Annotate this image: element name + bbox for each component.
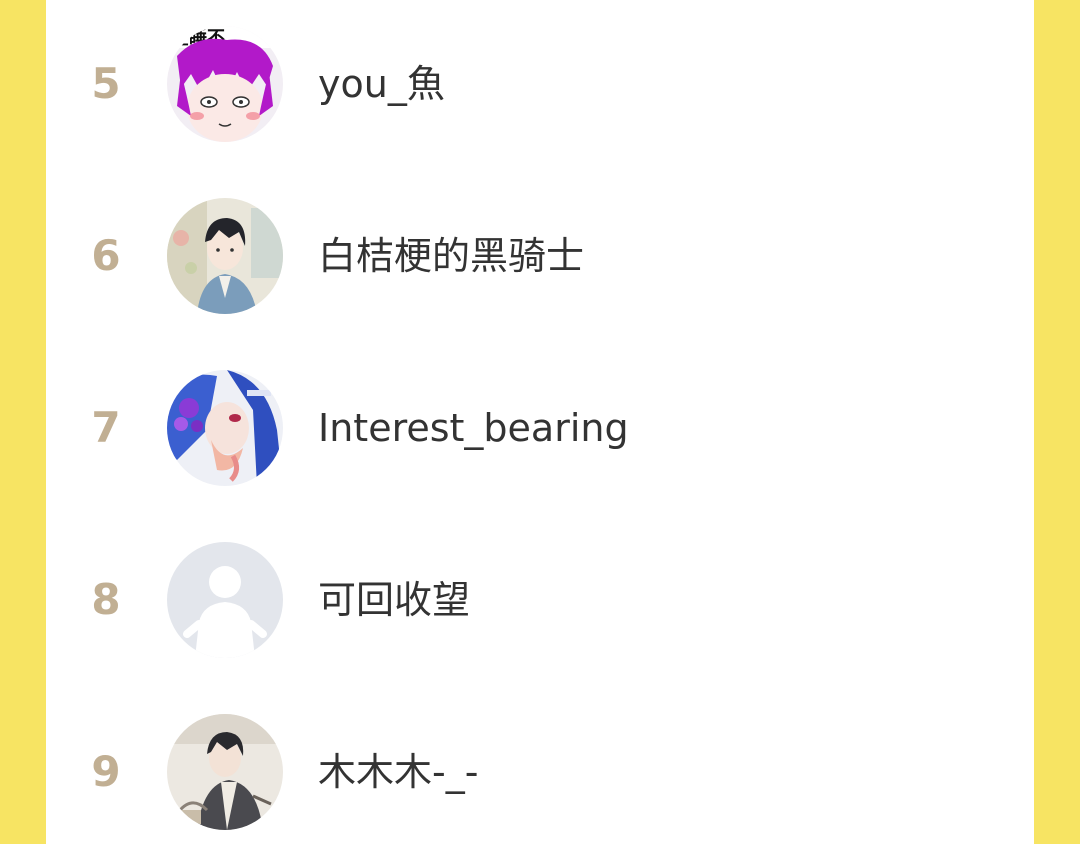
leaderboard-row[interactable]: 9 木木木-_- — [46, 712, 1034, 832]
username[interactable]: 木木木-_- — [318, 712, 478, 832]
rank-number: 7 — [91, 403, 121, 452]
rank-number: 6 — [91, 231, 121, 280]
username[interactable]: you_魚 — [318, 24, 445, 144]
rank-number: 8 — [91, 575, 121, 624]
leaderboard-row[interactable]: 7 Interest_bearing — [46, 368, 1034, 488]
leaderboard-row[interactable]: 5 全睡不 you_魚 — [46, 24, 1034, 144]
rank-number: 5 — [91, 59, 121, 108]
user-avatar[interactable]: 全睡不 — [167, 26, 283, 142]
leaderboard-panel: 5 全睡不 you_魚 6 白桔梗的黑骑士 7 Interest_bearing… — [46, 0, 1034, 844]
username[interactable]: Interest_bearing — [318, 368, 629, 488]
rank-number: 9 — [91, 747, 121, 796]
user-avatar[interactable] — [167, 198, 283, 314]
username[interactable]: 可回收望 — [318, 540, 470, 660]
username[interactable]: 白桔梗的黑骑士 — [318, 196, 584, 316]
user-avatar[interactable] — [167, 714, 283, 830]
leaderboard-row[interactable]: 6 白桔梗的黑骑士 — [46, 196, 1034, 316]
default-avatar-icon[interactable] — [167, 542, 283, 658]
user-avatar[interactable] — [167, 370, 283, 486]
leaderboard-row[interactable]: 8 可回收望 — [46, 540, 1034, 660]
